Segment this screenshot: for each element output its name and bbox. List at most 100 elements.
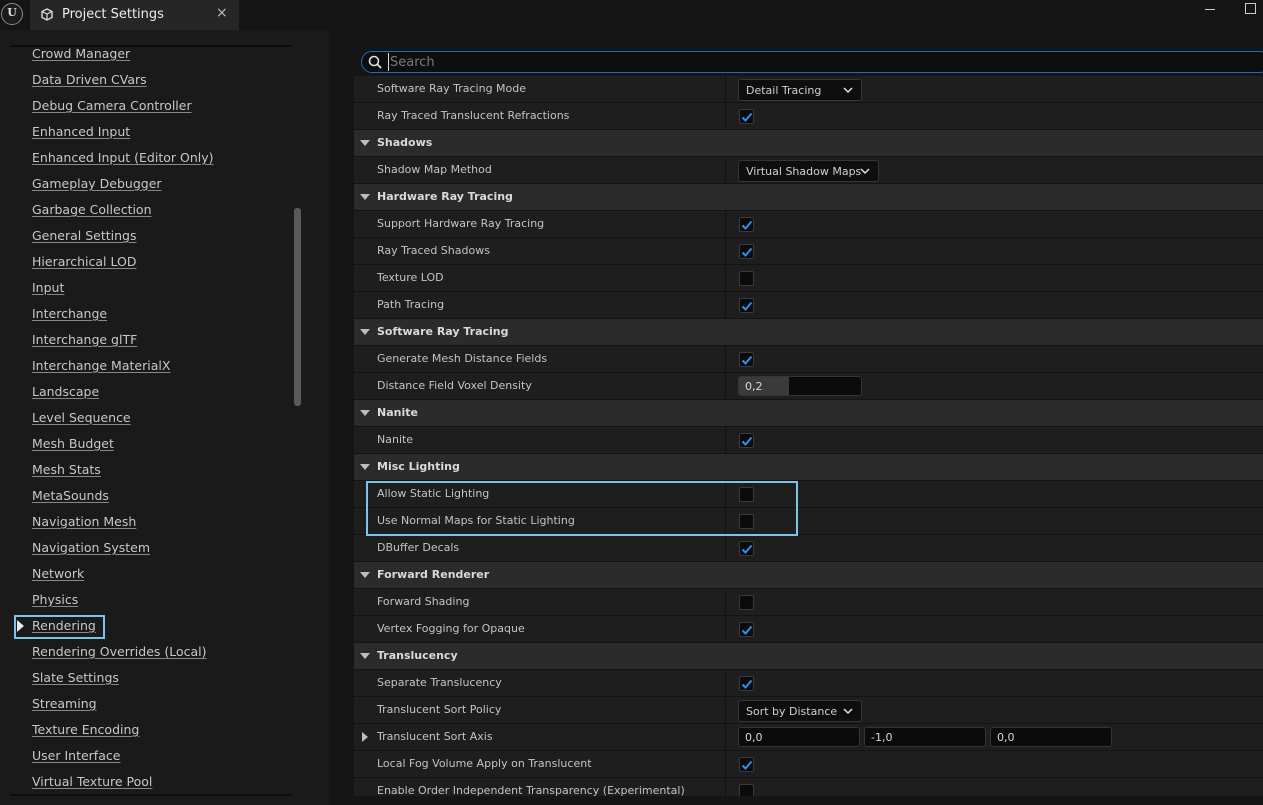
property-checkbox[interactable] bbox=[739, 541, 754, 556]
sidebar-item[interactable]: Gameplay Debugger bbox=[32, 176, 162, 196]
column-divider[interactable] bbox=[725, 616, 726, 643]
collapse-caret-icon[interactable] bbox=[360, 464, 370, 470]
category-label: Software Ray Tracing bbox=[377, 325, 509, 338]
property-label: Vertex Fogging for Opaque bbox=[377, 622, 525, 635]
category-header[interactable]: Misc Lighting bbox=[354, 454, 1263, 481]
sidebar-item[interactable]: Level Sequence bbox=[32, 410, 131, 430]
property-checkbox[interactable] bbox=[739, 784, 754, 796]
vector-field-z[interactable]: 0,0 bbox=[990, 727, 1112, 747]
collapse-caret-icon[interactable] bbox=[360, 194, 370, 200]
property-checkbox[interactable] bbox=[739, 217, 754, 232]
column-divider[interactable] bbox=[725, 238, 726, 265]
category-header[interactable]: Software Ray Tracing bbox=[354, 319, 1263, 346]
sidebar-item[interactable]: Crowd Manager bbox=[32, 46, 130, 66]
sidebar-item[interactable]: Interchange bbox=[32, 306, 107, 326]
dropdown-value: Virtual Shadow Maps bbox=[746, 165, 862, 178]
category-header[interactable]: Hardware Ray Tracing bbox=[354, 184, 1263, 211]
property-row: Ray Traced Shadows bbox=[354, 238, 1263, 265]
unreal-logo-icon[interactable]: U bbox=[1, 3, 23, 25]
sidebar-item[interactable]: Hierarchical LOD bbox=[32, 254, 136, 274]
minimize-window-button[interactable] bbox=[1205, 3, 1217, 15]
column-divider[interactable] bbox=[725, 292, 726, 319]
sidebar-item[interactable]: Navigation System bbox=[32, 540, 150, 560]
column-divider[interactable] bbox=[725, 76, 726, 103]
sidebar-item[interactable]: Slate Settings bbox=[32, 670, 119, 690]
sidebar-item[interactable]: Physics bbox=[32, 592, 78, 612]
column-divider[interactable] bbox=[725, 346, 726, 373]
collapse-caret-icon[interactable] bbox=[360, 410, 370, 416]
sidebar-item[interactable]: Garbage Collection bbox=[32, 202, 152, 222]
column-divider[interactable] bbox=[725, 103, 726, 130]
search-input[interactable] bbox=[388, 53, 1248, 71]
sidebar-item[interactable]: Landscape bbox=[32, 384, 99, 404]
property-checkbox[interactable] bbox=[739, 595, 754, 610]
sidebar-item[interactable]: Mesh Budget bbox=[32, 436, 114, 456]
sidebar-item[interactable]: User Interface bbox=[32, 748, 120, 768]
sidebar-item[interactable]: General Settings bbox=[32, 228, 137, 248]
column-divider[interactable] bbox=[725, 697, 726, 724]
collapse-caret-icon[interactable] bbox=[360, 140, 370, 146]
dropdown-value: Detail Tracing bbox=[746, 84, 822, 97]
vector-field-y[interactable]: -1,0 bbox=[864, 727, 986, 747]
column-divider[interactable] bbox=[725, 373, 726, 400]
property-dropdown[interactable]: Detail Tracing bbox=[738, 79, 862, 101]
category-header[interactable]: Forward Renderer bbox=[354, 562, 1263, 589]
sidebar-item[interactable]: Virtual Texture Pool bbox=[32, 774, 152, 794]
column-divider[interactable] bbox=[725, 670, 726, 697]
tab-project-settings[interactable]: Project Settings × bbox=[30, 0, 239, 30]
sidebar-item[interactable]: Debug Camera Controller bbox=[32, 98, 192, 118]
sidebar-item[interactable]: Interchange MaterialX bbox=[32, 358, 170, 378]
column-divider[interactable] bbox=[725, 265, 726, 292]
sidebar-scrollbar[interactable] bbox=[293, 30, 303, 805]
property-dropdown[interactable]: Virtual Shadow Maps bbox=[738, 160, 879, 182]
property-checkbox[interactable] bbox=[739, 352, 754, 367]
column-divider[interactable] bbox=[725, 211, 726, 238]
maximize-window-button[interactable] bbox=[1245, 3, 1256, 14]
sidebar-item[interactable]: Enhanced Input (Editor Only) bbox=[32, 150, 214, 170]
sidebar-item[interactable]: Rendering Overrides (Local) bbox=[32, 644, 207, 664]
property-label: Path Tracing bbox=[377, 298, 445, 311]
sidebar-item[interactable]: Input bbox=[32, 280, 64, 300]
sidebar-item[interactable]: Interchange glTF bbox=[32, 332, 137, 352]
property-label: DBuffer Decals bbox=[377, 541, 460, 554]
property-checkbox[interactable] bbox=[739, 271, 754, 286]
close-tab-button[interactable]: × bbox=[216, 5, 228, 21]
panel-splitter[interactable] bbox=[330, 30, 354, 805]
property-checkbox[interactable] bbox=[739, 433, 754, 448]
vector-field-x[interactable]: 0,0 bbox=[738, 727, 860, 747]
property-label: Shadow Map Method bbox=[377, 163, 492, 176]
expand-caret-icon[interactable] bbox=[362, 732, 368, 742]
column-divider[interactable] bbox=[725, 724, 726, 751]
property-dropdown[interactable]: Sort by Distance bbox=[738, 700, 862, 722]
search-box[interactable] bbox=[361, 51, 1263, 73]
category-header[interactable]: Translucency bbox=[354, 643, 1263, 670]
sidebar-item[interactable]: Data Driven CVars bbox=[32, 72, 147, 92]
property-checkbox[interactable] bbox=[739, 244, 754, 259]
sidebar-item[interactable]: Streaming bbox=[32, 696, 97, 716]
property-checkbox[interactable] bbox=[739, 757, 754, 772]
collapse-caret-icon[interactable] bbox=[360, 653, 370, 659]
property-checkbox[interactable] bbox=[739, 109, 754, 124]
column-divider[interactable] bbox=[725, 535, 726, 562]
column-divider[interactable] bbox=[725, 778, 726, 796]
column-divider[interactable] bbox=[725, 157, 726, 184]
column-divider[interactable] bbox=[725, 751, 726, 778]
collapse-caret-icon[interactable] bbox=[360, 572, 370, 578]
property-checkbox[interactable] bbox=[739, 298, 754, 313]
numeric-slider-field[interactable]: 0,2 bbox=[738, 376, 862, 396]
column-divider[interactable] bbox=[725, 589, 726, 616]
sidebar-scrollbar-thumb[interactable] bbox=[294, 208, 301, 406]
sidebar-item[interactable]: Network bbox=[32, 566, 84, 586]
collapse-caret-icon[interactable] bbox=[360, 329, 370, 335]
sidebar-item[interactable]: Navigation Mesh bbox=[32, 514, 136, 534]
property-row: Shadow Map Method Virtual Shadow Maps bbox=[354, 157, 1263, 184]
property-checkbox[interactable] bbox=[739, 676, 754, 691]
category-header[interactable]: Nanite bbox=[354, 400, 1263, 427]
sidebar-item[interactable]: Texture Encoding bbox=[32, 722, 139, 742]
sidebar-item[interactable]: Enhanced Input bbox=[32, 124, 130, 144]
sidebar-item[interactable]: Mesh Stats bbox=[32, 462, 101, 482]
sidebar-item[interactable]: MetaSounds bbox=[32, 488, 109, 508]
column-divider[interactable] bbox=[725, 427, 726, 454]
property-checkbox[interactable] bbox=[739, 622, 754, 637]
category-header[interactable]: Shadows bbox=[354, 130, 1263, 157]
